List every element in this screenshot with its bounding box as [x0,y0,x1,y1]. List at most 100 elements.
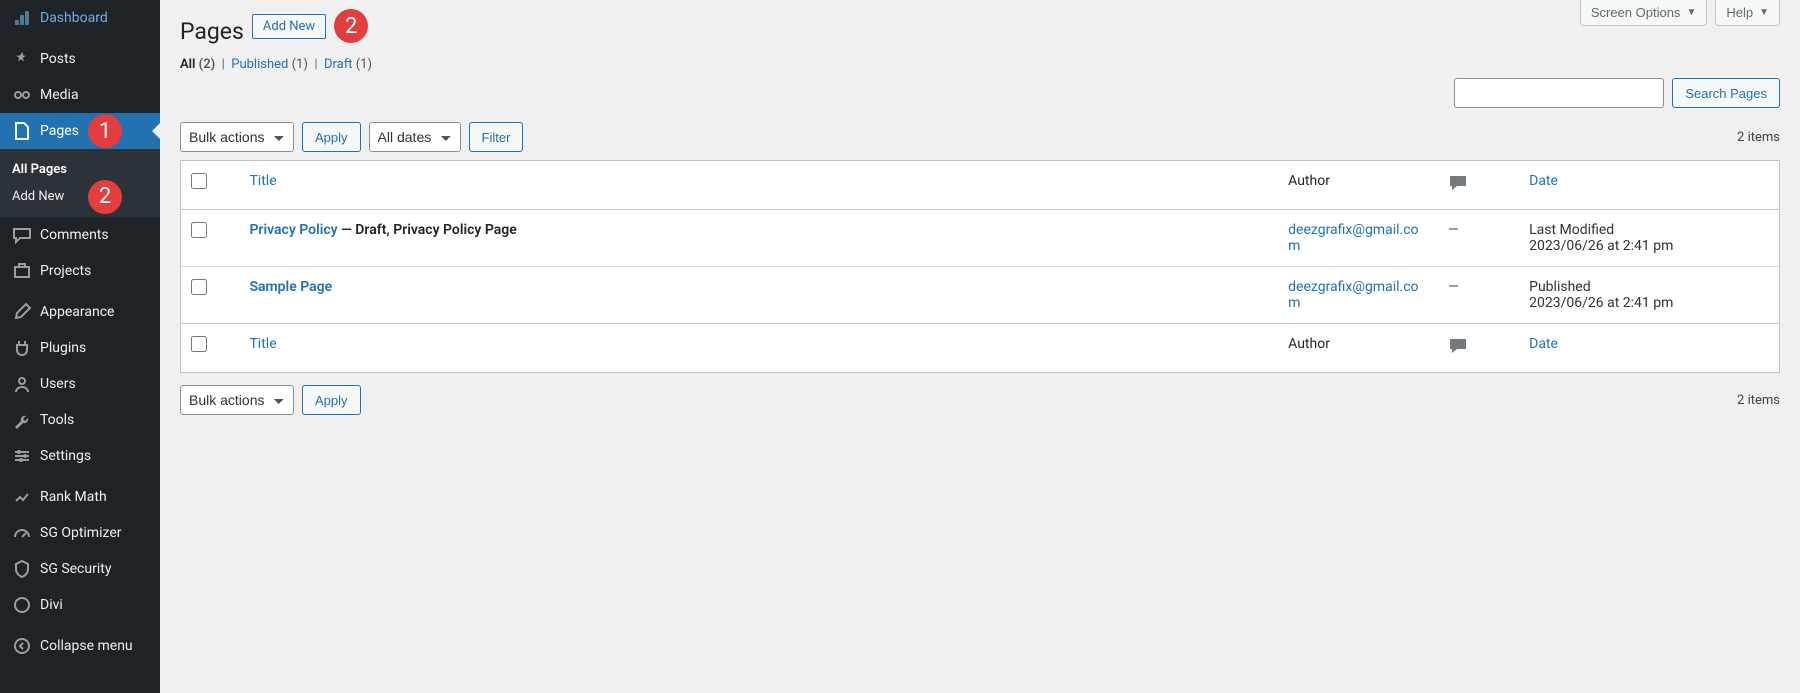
pages-submenu: All Pages Add New 2 [0,149,160,217]
comments-icon[interactable] [1448,173,1468,193]
chevron-down-icon: ▼ [1686,7,1696,18]
table-row: Privacy Policy — Draft, Privacy Policy P… [181,209,1779,266]
sidebar-label: Settings [40,448,91,464]
filter-all[interactable]: All (2) [180,57,215,72]
comments-count: — [1448,222,1459,238]
row-checkbox[interactable] [191,279,207,295]
author-link[interactable]: deezgrafix@gmail.com [1288,222,1418,254]
sidebar-item-dashboard[interactable]: Dashboard [0,0,160,36]
page-header: Pages Add New 2 [180,0,1780,49]
screen-options-label: Screen Options [1591,5,1681,20]
sidebar-item-users[interactable]: Users [0,366,160,402]
help-label: Help [1726,5,1753,20]
chart-icon [12,487,32,507]
page-icon [12,121,32,141]
sidebar-label: SG Security [40,561,111,577]
date-value: 2023/06/26 at 2:41 pm [1529,295,1673,311]
table-row: Sample Page deezgrafix@gmail.com — Publi… [181,266,1779,323]
tablenav-bottom: Bulk actions Apply 2 items [180,373,1780,423]
wrench-icon [12,410,32,430]
row-checkbox[interactable] [191,222,207,238]
bulk-actions-select[interactable]: Bulk actions [180,122,294,152]
add-new-button[interactable]: Add New [252,14,326,39]
sidebar-item-comments[interactable]: Comments [0,217,160,253]
sidebar-item-plugins[interactable]: Plugins [0,330,160,366]
submenu-label: Add New [12,189,64,204]
sidebar-item-media[interactable]: Media [0,77,160,113]
pages-table: Title Author Date Privacy Policy — Draft… [180,160,1780,373]
status-filters: All (2) | Published (1) | Draft (1) [180,57,1780,72]
apply-button-bottom[interactable]: Apply [302,385,361,415]
admin-sidebar: Dashboard Posts Media Pages 1 All Pages … [0,0,160,693]
tablenav-top: Bulk actions Apply All dates Filter 2 it… [180,114,1780,160]
select-all-bottom[interactable] [191,336,207,352]
annotation-badge-1: 1 [88,114,122,148]
sidebar-label: Collapse menu [40,638,133,654]
header-author: Author [1278,161,1438,209]
annotation-badge-2-header: 2 [334,9,368,43]
chevron-down-icon: ▼ [1759,7,1769,18]
sidebar-item-divi[interactable]: Divi [0,587,160,623]
divi-icon [12,595,32,615]
sliders-icon [12,446,32,466]
footer-title[interactable]: Title [249,336,276,352]
brush-icon [12,302,32,322]
page-title: Pages [180,9,244,49]
sidebar-item-tools[interactable]: Tools [0,402,160,438]
sidebar-label: Media [40,87,79,103]
sidebar-label: Users [40,376,76,392]
comments-count: — [1448,279,1459,295]
date-status: Last Modified [1529,222,1769,238]
sidebar-item-sg-security[interactable]: SG Security [0,551,160,587]
annotation-badge-2: 2 [88,180,122,214]
sidebar-label: Posts [40,51,76,67]
dates-select[interactable]: All dates [369,122,461,152]
page-link-sample-page[interactable]: Sample Page [249,279,332,295]
sidebar-label: Plugins [40,340,86,356]
date-value: 2023/06/26 at 2:41 pm [1529,238,1673,254]
filter-button[interactable]: Filter [469,122,524,152]
footer-date[interactable]: Date [1529,336,1558,352]
filter-draft[interactable]: Draft (1) [324,57,372,72]
sidebar-label: Tools [40,412,74,428]
plug-icon [12,338,32,358]
footer-author: Author [1278,323,1438,372]
submenu-all-pages[interactable]: All Pages [0,156,160,183]
sidebar-label: Pages [40,123,79,139]
header-date[interactable]: Date [1529,173,1558,189]
sidebar-item-projects[interactable]: Projects [0,253,160,289]
select-all-top[interactable] [191,173,207,189]
submenu-add-new[interactable]: Add New 2 [0,183,160,210]
search-button[interactable]: Search Pages [1672,78,1780,108]
sidebar-item-settings[interactable]: Settings [0,438,160,474]
sidebar-item-appearance[interactable]: Appearance [0,294,160,330]
sidebar-item-sg-optimizer[interactable]: SG Optimizer [0,515,160,551]
help-button[interactable]: Help ▼ [1715,0,1780,26]
screen-options-button[interactable]: Screen Options ▼ [1580,0,1708,26]
pin-icon [12,49,32,69]
filter-published[interactable]: Published (1) [231,57,308,72]
shield-icon [12,559,32,579]
items-count-top: 2 items [1737,130,1780,145]
dashboard-icon [12,8,32,28]
date-status: Published [1529,279,1769,295]
comments-icon[interactable] [1448,336,1468,356]
sidebar-item-pages[interactable]: Pages 1 [0,113,160,149]
header-title[interactable]: Title [249,173,276,189]
apply-button-top[interactable]: Apply [302,122,361,152]
portfolio-icon [12,261,32,281]
items-count-bottom: 2 items [1737,393,1780,408]
page-link-privacy-policy[interactable]: Privacy Policy [249,222,337,238]
search-input[interactable] [1454,78,1664,108]
sidebar-item-posts[interactable]: Posts [0,41,160,77]
sidebar-item-rank-math[interactable]: Rank Math [0,479,160,515]
current-arrow-icon [152,123,160,139]
post-state: — Draft, Privacy Policy Page [338,222,517,238]
sidebar-item-collapse[interactable]: Collapse menu [0,628,160,664]
sidebar-label: SG Optimizer [40,525,121,541]
comment-icon [12,225,32,245]
sidebar-label: Divi [40,597,63,613]
bulk-actions-select-bottom[interactable]: Bulk actions [180,385,294,415]
author-link[interactable]: deezgrafix@gmail.com [1288,279,1418,311]
sidebar-label: Dashboard [40,10,108,26]
